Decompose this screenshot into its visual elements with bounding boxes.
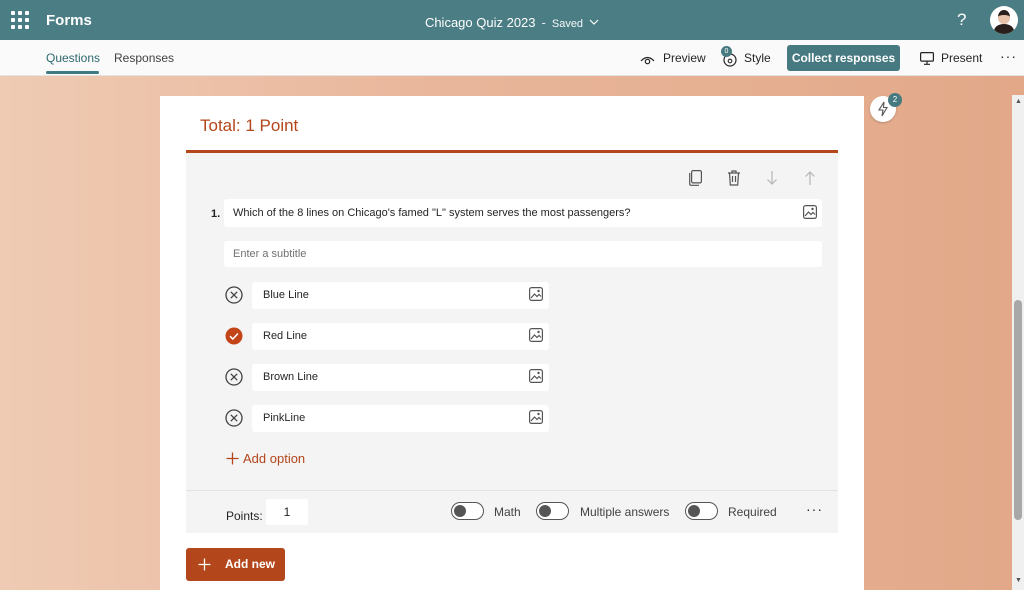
option-field[interactable]: Brown Line (252, 364, 549, 391)
multiple-answers-label: Multiple answers (580, 505, 670, 519)
option-label: Red Line (263, 330, 308, 342)
option-field[interactable]: Red Line (252, 323, 549, 350)
monitor-icon (920, 52, 935, 70)
more-options-icon[interactable]: ··· (1000, 48, 1017, 64)
avatar[interactable] (990, 6, 1018, 34)
form-card: Total: 1 Point 1. Which of the 8 lines o… (160, 96, 864, 590)
math-toggle[interactable] (451, 502, 484, 520)
image-icon[interactable] (529, 410, 544, 427)
top-bar: Forms Chicago Quiz 2023- Saved ? (0, 0, 1024, 40)
check-circle-icon[interactable] (225, 327, 243, 345)
chevron-down-icon[interactable] (589, 13, 599, 28)
add-option-label: Add option (243, 451, 306, 466)
eye-icon (640, 53, 655, 71)
option-label: Brown Line (263, 371, 319, 383)
scroll-thumb[interactable] (1014, 300, 1022, 520)
add-new-label: Add new (225, 557, 276, 571)
image-icon[interactable] (529, 328, 544, 345)
points-label: Points: (226, 509, 263, 523)
close-circle-icon[interactable] (225, 286, 243, 304)
plus-icon (226, 452, 239, 468)
tab-responses[interactable]: Responses (114, 51, 174, 65)
preview-label: Preview (663, 51, 706, 65)
trash-icon[interactable] (727, 170, 741, 191)
title-separator: - (541, 15, 546, 30)
tab-questions[interactable]: Questions (46, 51, 100, 65)
scrollbar[interactable]: ▲ ▼ (1012, 95, 1024, 590)
option-field[interactable]: Blue Line (252, 282, 549, 309)
question-text-field[interactable]: Which of the 8 lines on Chicago's famed … (224, 199, 822, 227)
scroll-up-icon[interactable]: ▲ (1015, 98, 1022, 105)
option-field[interactable]: PinkLine (252, 405, 549, 432)
save-status: Saved (551, 18, 584, 30)
points-input[interactable]: 1 (266, 499, 308, 525)
doc-title-group[interactable]: Chicago Quiz 2023- Saved (0, 13, 1024, 30)
image-icon[interactable] (803, 205, 818, 222)
image-icon[interactable] (529, 369, 544, 386)
subtitle-input[interactable]: Enter a subtitle (224, 241, 822, 267)
help-icon[interactable]: ? (957, 10, 966, 30)
add-option-button[interactable]: Add option (226, 451, 305, 468)
doc-title[interactable]: Chicago Quiz 2023 (425, 15, 536, 30)
collect-responses-button[interactable]: Collect responses (787, 45, 900, 71)
question-number: 1. (211, 208, 221, 220)
copy-icon[interactable] (689, 170, 703, 191)
ideas-button[interactable]: 2 (870, 93, 902, 122)
style-badge: 0 (721, 46, 732, 57)
active-tab-indicator (46, 71, 99, 74)
option-label: Blue Line (263, 289, 309, 301)
required-label: Required (728, 505, 777, 519)
math-label: Math (494, 505, 521, 519)
image-icon[interactable] (529, 287, 544, 304)
present-label: Present (941, 51, 983, 65)
close-circle-icon[interactable] (225, 409, 243, 427)
ideas-badge: 2 (888, 93, 902, 107)
question-more-icon[interactable]: ··· (806, 501, 823, 517)
plus-icon (198, 554, 216, 574)
close-circle-icon[interactable] (225, 368, 243, 386)
scroll-down-icon[interactable]: ▼ (1015, 577, 1022, 584)
question-footer: Points: 1 Math Multiple answers Required… (186, 490, 838, 536)
multiple-answers-toggle[interactable] (536, 502, 569, 520)
total-points: Total: 1 Point (200, 116, 299, 135)
option-label: PinkLine (263, 412, 306, 424)
question-text: Which of the 8 lines on Chicago's famed … (233, 207, 631, 219)
arrow-up-icon[interactable] (804, 170, 816, 191)
arrow-down-icon[interactable] (766, 170, 778, 191)
add-new-button[interactable]: Add new (186, 548, 285, 581)
required-toggle[interactable] (685, 502, 718, 520)
question-card[interactable]: 1. Which of the 8 lines on Chicago's fam… (186, 150, 838, 533)
lightning-icon (877, 101, 889, 122)
style-label: Style (744, 51, 771, 65)
command-bar: Questions Responses Preview 0 Style Coll… (0, 40, 1024, 76)
